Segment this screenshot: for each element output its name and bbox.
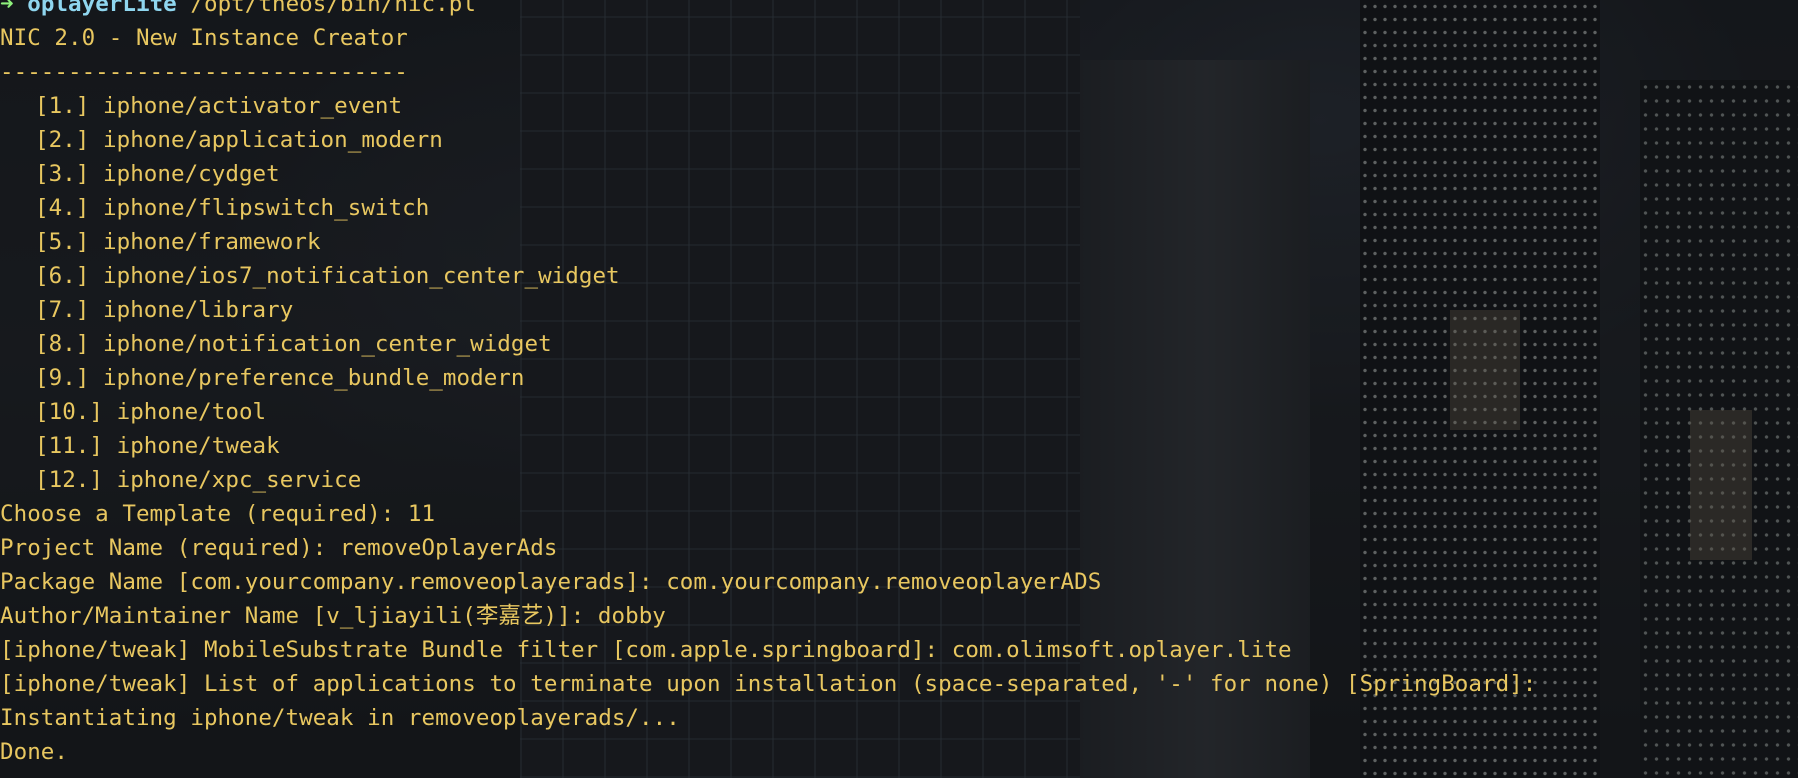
- prompt-line: ➜ oplayerLite /opt/theos/bin/nic.pl: [0, 0, 1536, 21]
- template-index: [10.]: [35, 399, 103, 425]
- template-index: [6.]: [35, 263, 90, 289]
- template-item: [11.] iphone/tweak: [0, 429, 1536, 463]
- template-item: [9.] iphone/preference_bundle_modern: [0, 361, 1536, 395]
- prompt-command: /opt/theos/bin/nic.pl: [190, 0, 476, 17]
- instantiating-line: Instantiating iphone/tweak in removeopla…: [0, 705, 680, 731]
- author-line: Author/Maintainer Name [v_ljiayili(李嘉艺)]…: [0, 603, 666, 629]
- template-index: [8.]: [35, 331, 90, 357]
- template-item: [6.] iphone/ios7_notification_center_wid…: [0, 259, 1536, 293]
- template-index: [3.]: [35, 161, 90, 187]
- template-item: [7.] iphone/library: [0, 293, 1536, 327]
- nic-title: NIC 2.0 - New Instance Creator: [0, 25, 408, 51]
- template-item: [12.] iphone/xpc_service: [0, 463, 1536, 497]
- template-name: iphone/ios7_notification_center_widget: [103, 263, 620, 289]
- template-name: iphone/flipswitch_switch: [103, 195, 430, 221]
- template-name: iphone/preference_bundle_modern: [103, 365, 525, 391]
- template-index: [4.]: [35, 195, 90, 221]
- template-index: [9.]: [35, 365, 90, 391]
- template-name: iphone/activator_event: [103, 93, 403, 119]
- template-name: iphone/notification_center_widget: [103, 331, 552, 357]
- bundle-filter-line: [iphone/tweak] MobileSubstrate Bundle fi…: [0, 637, 1292, 663]
- prompt-arrow-icon: ➜: [0, 0, 14, 17]
- template-name: iphone/tweak: [116, 433, 280, 459]
- package-name-line: Package Name [com.yourcompany.removeopla…: [0, 569, 1102, 595]
- done-line: Done.: [0, 739, 68, 765]
- project-name-line: Project Name (required): removeOplayerAd…: [0, 535, 558, 561]
- template-name: iphone/library: [103, 297, 294, 323]
- template-index: [12.]: [35, 467, 103, 493]
- template-item: [10.] iphone/tool: [0, 395, 1536, 429]
- template-name: iphone/tool: [116, 399, 267, 425]
- template-index: [1.]: [35, 93, 90, 119]
- template-item: [3.] iphone/cydget: [0, 157, 1536, 191]
- template-name: iphone/application_modern: [103, 127, 443, 153]
- template-index: [7.]: [35, 297, 90, 323]
- template-item: [5.] iphone/framework: [0, 225, 1536, 259]
- template-name: iphone/xpc_service: [116, 467, 362, 493]
- template-item: [1.] iphone/activator_event: [0, 89, 1536, 123]
- template-item: [8.] iphone/notification_center_widget: [0, 327, 1536, 361]
- choose-template-line: Choose a Template (required): 11: [0, 501, 436, 527]
- template-name: iphone/framework: [103, 229, 321, 255]
- terminate-apps-line: [iphone/tweak] List of applications to t…: [0, 671, 1537, 697]
- template-index: [11.]: [35, 433, 103, 459]
- terminal-output[interactable]: ➜ oplayerLite /opt/theos/bin/nic.pl NIC …: [0, 0, 1536, 769]
- template-item: [2.] iphone/application_modern: [0, 123, 1536, 157]
- template-item: [4.] iphone/flipswitch_switch: [0, 191, 1536, 225]
- template-index: [2.]: [35, 127, 90, 153]
- nic-separator: ------------------------------: [0, 59, 408, 85]
- template-name: iphone/cydget: [103, 161, 280, 187]
- template-index: [5.]: [35, 229, 90, 255]
- prompt-directory: oplayerLite: [27, 0, 177, 17]
